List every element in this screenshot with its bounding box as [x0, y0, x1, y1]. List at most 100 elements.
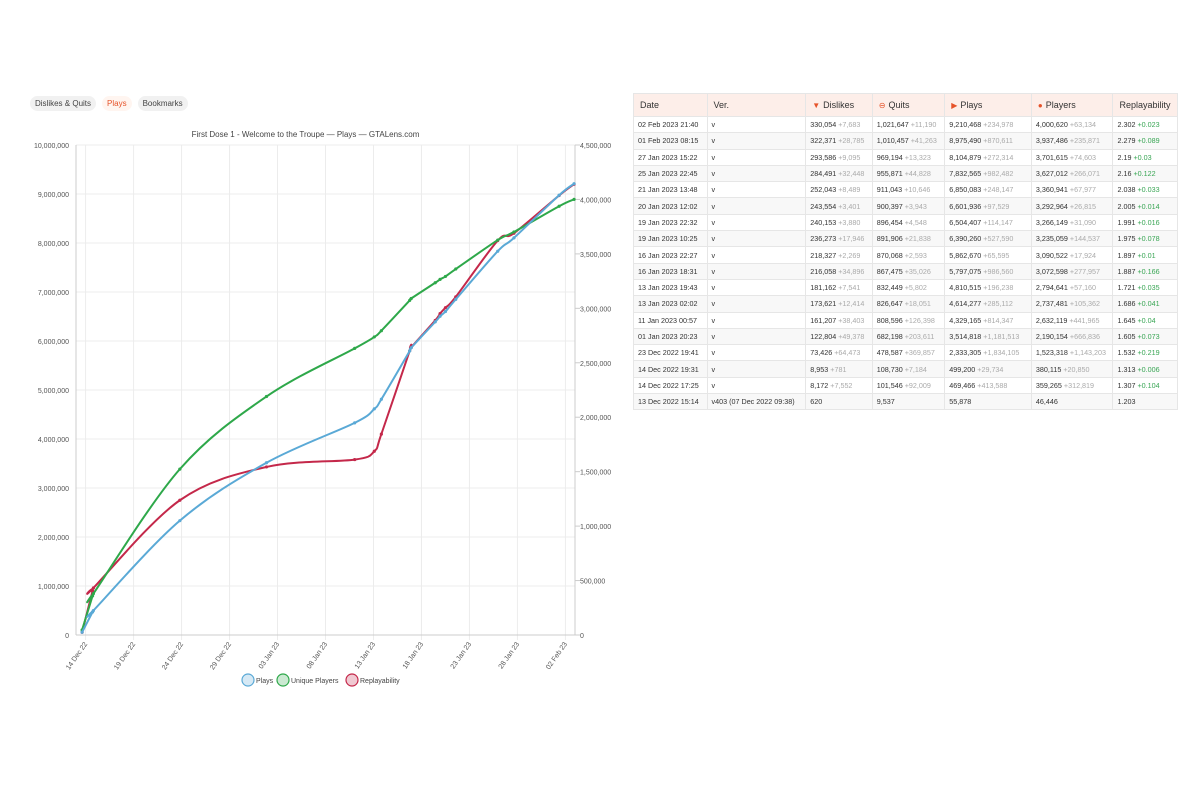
cell-delta: +0.04 — [1137, 315, 1156, 325]
cell-value: 3,090,522 — [1035, 250, 1068, 260]
cell-value: 5,797,075 — [949, 266, 982, 276]
cell-value: 359,265 — [1035, 380, 1062, 390]
quits-cell: 478,587 +369,857 — [871, 344, 946, 362]
cell-delta: +57,160 — [1069, 283, 1097, 293]
data-point-replayability — [91, 586, 95, 590]
col-header-label: Replayability — [1119, 100, 1171, 110]
cell-value: 499,200 — [949, 364, 976, 374]
x-tick-label: 14 Dec 22 — [65, 641, 89, 671]
dislikes-cell: 293,586 +9,095 — [805, 148, 873, 166]
cell-value: 2,737,481 — [1035, 299, 1068, 309]
table-row: 23 Dec 2022 19:41 v 73,426 +64,473 478,587 +3… — [633, 344, 1178, 362]
cell-value: 13 Jan 2023 19:43 — [638, 283, 698, 293]
cell-delta: +277,957 — [1069, 266, 1101, 276]
players-cell: 3,072,598 +277,957 — [1030, 262, 1114, 280]
tab-plays[interactable]: Plays — [102, 96, 132, 111]
cell-value: 8,975,490 — [949, 136, 982, 146]
players-cell: 3,701,615 +74,603 — [1030, 148, 1114, 166]
replayability-cell: 2.005 +0.014 — [1112, 197, 1178, 215]
cell-value: v403 (07 Dec 2022 09:38) — [711, 397, 795, 407]
quit-icon: ⊖ — [878, 101, 886, 110]
data-point-plays — [353, 421, 357, 425]
col-header-label: Date — [640, 100, 660, 110]
data-point-plays — [91, 608, 95, 613]
col-header-date[interactable]: Date — [633, 93, 708, 117]
cell-value: 3,266,149 — [1035, 217, 1068, 227]
players-cell: 3,360,941 +67,977 — [1030, 181, 1114, 199]
quits-cell: 900,397 +3,943 — [871, 197, 946, 215]
data-point-unique-players — [454, 267, 458, 271]
cell-value: 16 Jan 2023 18:31 — [638, 266, 698, 276]
col-header-version[interactable]: Ver. — [706, 93, 807, 117]
version-cell: v — [706, 148, 807, 166]
y-left-tick-label: 2,000,000 — [38, 535, 69, 542]
cell-value: 911,043 — [876, 185, 903, 195]
replayability-cell: 1.645 +0.04 — [1112, 311, 1178, 329]
plays-cell: 6,601,936 +97,529 — [944, 197, 1032, 215]
cell-value: 2.038 — [1117, 185, 1136, 195]
cell-value: 16 Jan 2023 22:27 — [638, 250, 698, 260]
players-cell: 3,627,012 +266,071 — [1030, 164, 1114, 183]
col-header-quits[interactable]: ⊖ Quits — [871, 93, 946, 117]
dislikes-cell: 240,153 +3,880 — [805, 213, 873, 232]
cell-delta: +13,323 — [904, 152, 931, 162]
cell-value: 1.313 — [1117, 364, 1136, 374]
col-header-players[interactable]: ● Players — [1030, 93, 1114, 117]
data-point-unique-players — [178, 467, 182, 471]
cell-delta: +105,362 — [1069, 299, 1101, 309]
plays-chart: First Dose 1 - Welcome to the Troupe — P… — [34, 130, 611, 687]
cell-value: 1,021,647 — [876, 120, 909, 130]
cell-value: 6,504,407 — [949, 217, 982, 227]
plays-cell: 6,504,407 +114,147 — [944, 213, 1032, 232]
table-row: 14 Dec 2022 19:31 v 8,953 +781 108,730 +7,184… — [633, 360, 1178, 378]
cell-delta: +3,880 — [838, 217, 861, 227]
cell-value: 19 Jan 2023 10:25 — [638, 234, 698, 244]
cell-delta: +441,965 — [1069, 315, 1100, 325]
y-right-tick-label: 0 — [580, 633, 584, 640]
tab-dislikes-quits[interactable]: Dislikes & Quits — [30, 96, 97, 111]
cell-value: 5,862,670 — [949, 250, 982, 260]
stats-table: Date Ver. ▼ Dislikes ⊖ Quits ▶ Plays ● Playe… — [633, 93, 1178, 411]
data-point-plays — [512, 236, 516, 240]
cell-delta: +12,414 — [838, 299, 865, 309]
replayability-cell: 1.605 +0.073 — [1112, 327, 1178, 346]
players-cell: 359,265 +312,819 — [1030, 376, 1114, 395]
cell-value: 3,514,818 — [949, 332, 982, 341]
y-right-tick-label: 4,000,000 — [580, 197, 611, 204]
cell-delta: +0.023 — [1137, 120, 1160, 130]
replayability-cell: 1.532 +0.219 — [1112, 344, 1178, 362]
cell-value: 4,000,620 — [1035, 120, 1068, 130]
col-header-label: Quits — [888, 100, 910, 110]
cell-value: v — [711, 332, 716, 341]
data-point-plays — [443, 309, 448, 314]
cell-delta: +312,819 — [1063, 380, 1095, 390]
data-point-plays — [379, 397, 383, 401]
cell-delta: +17,924 — [1069, 250, 1097, 260]
cell-value: 867,475 — [876, 266, 903, 276]
col-header-replayability[interactable]: Replayability — [1112, 93, 1178, 117]
x-tick-label: 24 Dec 22 — [161, 641, 185, 671]
players-cell: 2,632,119 +441,965 — [1030, 311, 1114, 329]
tab-bookmarks[interactable]: Bookmarks — [137, 96, 188, 111]
data-point-replayability — [372, 449, 376, 453]
cell-value: 2.19 — [1117, 152, 1132, 162]
cell-value: 27 Jan 2023 15:22 — [638, 152, 698, 162]
cell-delta: +0.073 — [1137, 332, 1160, 341]
quits-cell: 911,043 +10,646 — [871, 181, 946, 199]
cell-value: 181,162 — [810, 283, 837, 293]
series-line-replayability — [81, 183, 575, 633]
cell-value: v — [711, 299, 716, 309]
cell-value: 832,449 — [876, 283, 903, 293]
date-cell: 19 Jan 2023 10:25 — [633, 230, 708, 248]
dislikes-cell: 8,172 +7,552 — [805, 376, 873, 395]
cell-value: 20 Jan 2023 12:02 — [638, 201, 698, 211]
cell-value: 6,390,260 — [949, 234, 982, 244]
replayability-cell: 2.302 +0.023 — [1112, 115, 1178, 134]
cell-value: 2.279 — [1117, 136, 1136, 146]
table-row: 01 Feb 2023 08:15 v 322,371 +28,785 1,010,45… — [633, 132, 1178, 150]
col-header-plays[interactable]: ▶ Plays — [944, 93, 1032, 117]
cell-delta: +10,646 — [904, 185, 931, 195]
version-cell: v — [706, 181, 807, 199]
cell-delta: +266,071 — [1069, 169, 1101, 179]
col-header-dislikes[interactable]: ▼ Dislikes — [805, 93, 873, 117]
